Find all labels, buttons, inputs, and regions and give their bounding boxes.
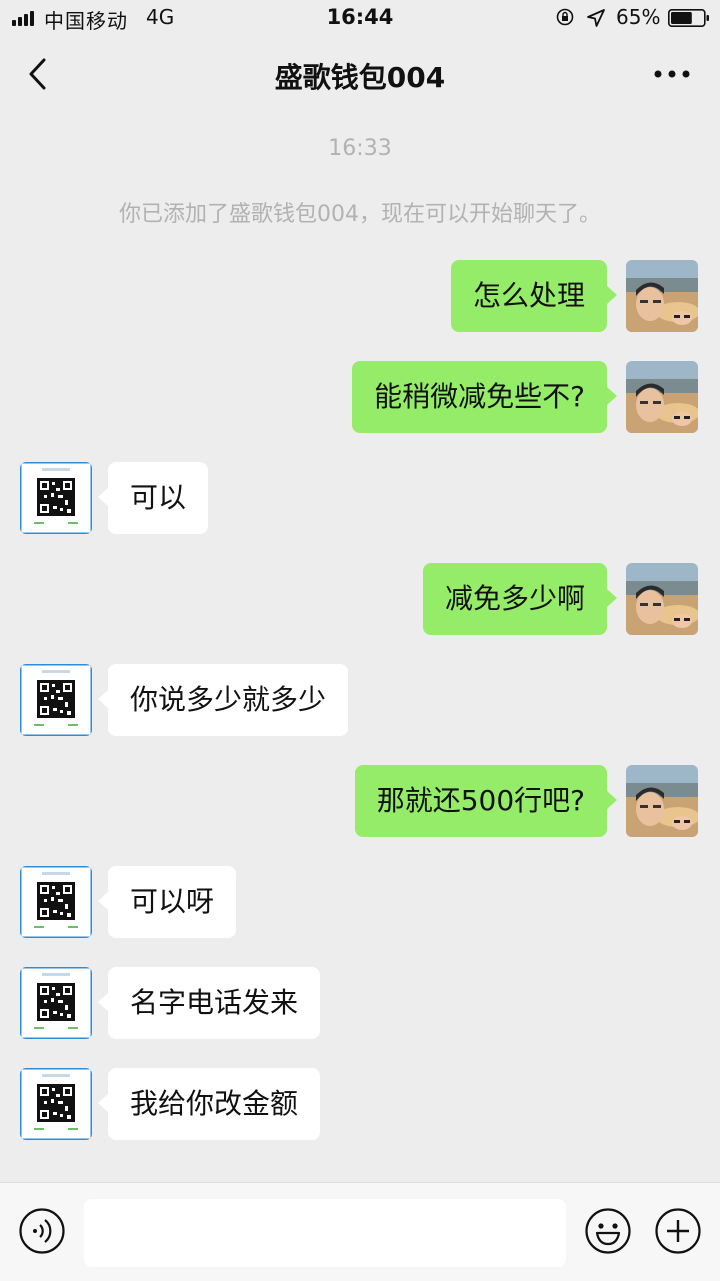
chat-timestamp: 16:33 — [328, 136, 392, 161]
input-bar — [0, 1182, 720, 1281]
received-message-bubble[interactable]: 你说多少就多少 — [97, 664, 349, 736]
chat-title: 盛歌钱包004 — [274, 61, 446, 94]
rotation-lock-icon — [556, 8, 574, 26]
voice-input-button[interactable] — [18, 1207, 66, 1255]
contact-avatar[interactable] — [20, 1068, 92, 1140]
contact-avatar[interactable] — [20, 664, 92, 736]
contact-avatar[interactable] — [20, 967, 92, 1039]
system-message: 你已添加了盛歌钱包004，现在可以开始聊天了。 — [119, 202, 601, 227]
my-avatar[interactable] — [626, 361, 698, 433]
more-functions-button[interactable] — [654, 1207, 702, 1255]
my-avatar[interactable] — [626, 765, 698, 837]
emoji-button[interactable] — [584, 1207, 632, 1255]
sent-message-bubble[interactable]: 那就还500行吧? — [354, 765, 618, 837]
sent-message-bubble[interactable]: 怎么处理 — [450, 260, 618, 332]
sent-message-bubble[interactable]: 减免多少啊 — [422, 563, 618, 635]
received-message-bubble[interactable]: 可以 — [97, 462, 209, 534]
received-message-bubble[interactable]: 可以呀 — [97, 866, 237, 938]
received-message-bubble[interactable]: 名字电话发来 — [97, 967, 321, 1039]
battery-percent: 65% — [616, 5, 661, 29]
more-options-button[interactable] — [650, 62, 694, 86]
status-time: 16:44 — [326, 5, 394, 29]
sent-message-bubble[interactable]: 能稍微减免些不? — [352, 361, 617, 433]
my-avatar[interactable] — [626, 260, 698, 332]
location-arrow-icon — [587, 9, 605, 27]
contact-avatar[interactable] — [20, 866, 92, 938]
my-avatar[interactable] — [626, 563, 698, 635]
message-input[interactable] — [84, 1199, 566, 1267]
received-message-bubble[interactable]: 我给你改金额 — [97, 1068, 321, 1140]
status-bar: 中国移动 4G 16:44 65% — [0, 0, 720, 36]
battery-icon — [668, 9, 709, 27]
contact-avatar[interactable] — [20, 462, 92, 534]
chat-header: 盛歌钱包004 — [0, 36, 720, 112]
